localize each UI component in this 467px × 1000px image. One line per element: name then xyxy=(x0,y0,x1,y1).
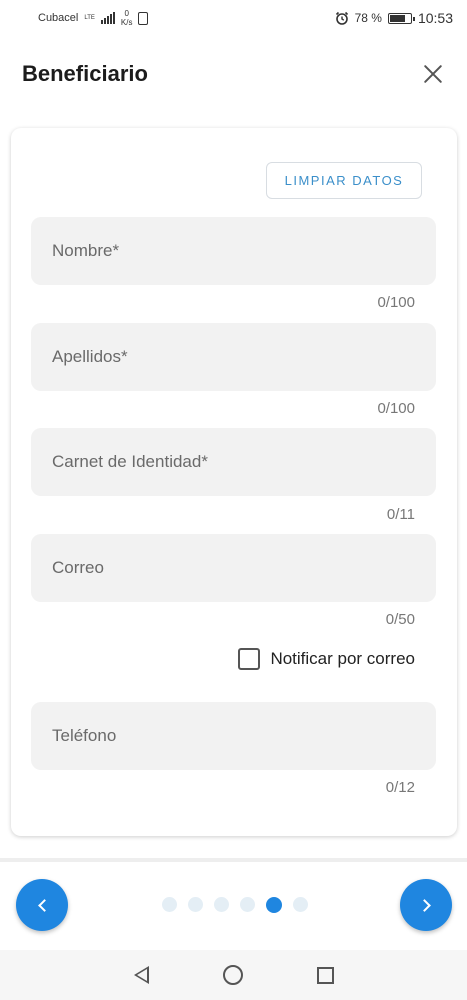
phone-counter: 0/12 xyxy=(385,779,415,796)
chevron-left-icon xyxy=(37,898,51,912)
page-title: Beneficiario xyxy=(22,61,148,86)
chevron-right-icon xyxy=(417,898,431,912)
status-bar: Cubacel LTE 0 K/s 78 % 10:53 xyxy=(0,0,467,36)
sim-icon xyxy=(138,11,149,25)
network-speed: 0 K/s xyxy=(121,9,133,27)
battery-icon xyxy=(387,12,415,24)
carrier-name: Cubacel xyxy=(38,12,79,24)
back-icon[interactable] xyxy=(133,966,149,984)
system-nav-bar xyxy=(0,950,467,1000)
speed-unit: K/s xyxy=(120,18,133,27)
clear-data-button[interactable]: LIMPIAR DATOS xyxy=(266,162,422,199)
next-button[interactable] xyxy=(400,879,452,931)
notify-by-email-option[interactable]: Notificar por correo xyxy=(238,648,415,670)
phone-field[interactable]: Teléfono xyxy=(31,702,436,770)
battery-fill xyxy=(389,14,405,22)
email-field[interactable]: Correo xyxy=(31,534,436,602)
id-card-field[interactable]: Carnet de Identidad* xyxy=(31,428,436,496)
status-left: Cubacel LTE 0 K/s xyxy=(38,9,149,27)
name-counter: 0/100 xyxy=(377,294,415,311)
alarm-icon xyxy=(335,11,348,25)
signal-icon xyxy=(100,12,115,24)
battery-percent: 78 % xyxy=(354,11,382,25)
status-right: 78 % 10:53 xyxy=(335,10,453,26)
step-dot xyxy=(240,897,255,912)
notify-label: Notificar por correo xyxy=(270,649,415,668)
network-type: LTE xyxy=(84,15,95,21)
header: Beneficiario xyxy=(0,52,467,96)
notify-checkbox[interactable] xyxy=(238,648,261,670)
id-card-counter: 0/11 xyxy=(386,506,415,523)
step-dot xyxy=(162,897,177,912)
recent-apps-icon[interactable] xyxy=(316,966,334,984)
step-dot xyxy=(188,897,203,912)
step-indicator xyxy=(162,897,308,913)
email-counter: 0/50 xyxy=(385,611,415,628)
step-dot-active xyxy=(266,897,282,913)
surname-counter: 0/100 xyxy=(377,400,415,417)
clock: 10:53 xyxy=(417,10,453,26)
close-icon[interactable] xyxy=(421,62,445,86)
home-icon[interactable] xyxy=(222,965,243,985)
surname-field[interactable]: Apellidos* xyxy=(31,323,436,391)
beneficiary-form-card: LIMPIAR DATOS Nombre* 0/100 Apellidos* 0… xyxy=(11,128,457,836)
divider xyxy=(0,858,467,862)
step-dot xyxy=(293,897,308,912)
previous-button[interactable] xyxy=(16,879,68,931)
step-dot xyxy=(214,897,229,912)
name-field[interactable]: Nombre* xyxy=(31,217,436,285)
speed-value: 0 xyxy=(124,9,129,18)
